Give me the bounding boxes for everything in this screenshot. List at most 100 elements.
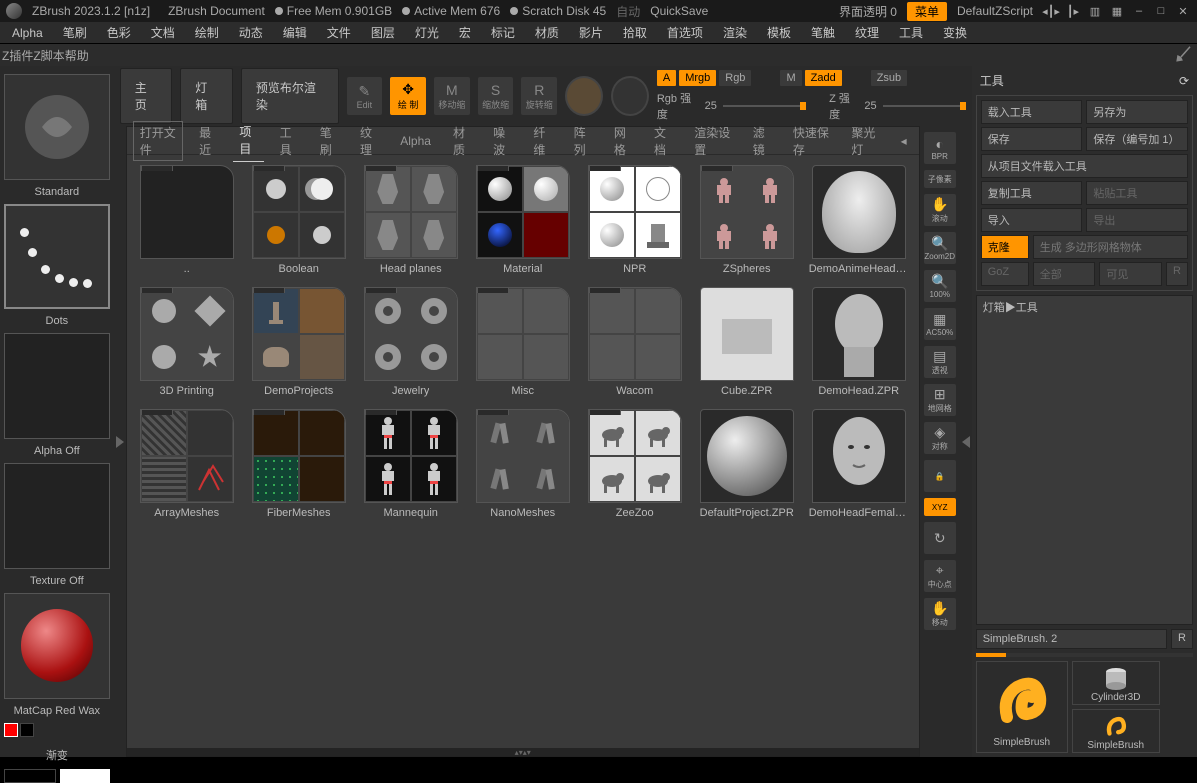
floor-button[interactable]: ⊞地网格 [924,384,956,416]
saveas-button[interactable]: 另存为 [1086,100,1188,124]
menu-笔触[interactable]: 笔触 [801,21,845,44]
menu-色彩[interactable]: 色彩 [97,21,141,44]
menu-Alpha[interactable]: Alpha [2,23,53,43]
menu-Z脚本[interactable]: Z脚本 [33,47,64,64]
save-numbered-button[interactable]: 保存（编号加 1） [1086,127,1188,151]
stroke-swatch[interactable] [4,204,110,310]
menu-绘制[interactable]: 绘制 [185,21,229,44]
browser-item[interactable]: ArrayMeshes [137,409,237,519]
default-zscript[interactable]: DefaultZScript [957,4,1033,18]
preview-bool-button[interactable]: 预览布尔渲染 [241,68,339,124]
menu-文档[interactable]: 文档 [141,21,185,44]
browser-item[interactable]: FiberMeshes [249,409,349,519]
menu-变换[interactable]: 变换 [933,21,977,44]
import-project-button[interactable]: 从项目文件载入工具 [981,154,1188,178]
arrows-icon[interactable]: ◂┃▸ [1043,4,1059,18]
goz-visible-button[interactable]: 可见 [1099,262,1162,286]
menu-影片[interactable]: 影片 [569,21,613,44]
home-button[interactable]: 主页 [120,68,173,124]
draw-mode-button[interactable]: ✥绘 制 [390,77,426,115]
xyz-button[interactable]: XYZ [924,498,956,516]
browser-item[interactable]: DefaultProject.ZPR [697,409,797,519]
ui-transparency[interactable]: 界面透明 0 [839,3,897,20]
color-swatch-fg[interactable] [4,723,18,737]
menu-拾取[interactable]: 拾取 [613,21,657,44]
goz-all-button[interactable]: 全部 [1033,262,1096,286]
menu-宏[interactable]: 宏 [449,21,481,44]
browser-item[interactable]: Material [473,165,573,275]
menu-toggle-button[interactable]: 菜单 [907,2,947,21]
browser-item[interactable]: Cube.ZPR [697,287,797,397]
subpixel-button[interactable]: 子像素 [924,170,956,188]
menu-材质[interactable]: 材质 [525,21,569,44]
browser-item[interactable]: Jewelry [361,287,461,397]
browser-item[interactable]: Mannequin [361,409,461,519]
mode-rgb[interactable]: Rgb [719,70,751,86]
move-button[interactable]: ✋移动 [924,598,956,630]
mode-mrgb[interactable]: Mrgb [679,70,716,86]
gear-icon[interactable] [1173,44,1195,66]
menu-Z插件[interactable]: Z插件 [2,47,33,64]
maximize-icon[interactable]: □ [1153,4,1169,18]
brush-swatch[interactable] [4,74,110,180]
clone-button[interactable]: 克隆 [981,235,1029,259]
menu-工具[interactable]: 工具 [889,21,933,44]
color-swatch-bg[interactable] [20,723,34,737]
import-button[interactable]: 导入 [981,208,1083,232]
menu-模板[interactable]: 模板 [757,21,801,44]
browser-item[interactable]: DemoHeadFemale.ZPR [809,409,909,519]
tool-simplebrush-2[interactable]: SimpleBrush [1072,709,1160,753]
layout-icon-2[interactable]: ▦ [1109,4,1125,18]
zoom100-button[interactable]: 🔍100% [924,270,956,302]
persp-button[interactable]: ▤透视 [924,346,956,378]
ac50-button[interactable]: ▦AC50% [924,308,956,340]
menu-渲染[interactable]: 渲染 [713,21,757,44]
menu-图层[interactable]: 图层 [361,21,405,44]
browser-item[interactable]: Head planes [361,165,461,275]
rotate-icon-button[interactable]: ↻ [924,522,956,554]
panel-refresh-icon[interactable]: ⟳ [1179,74,1189,88]
zoom2d-button[interactable]: 🔍Zoom2D [924,232,956,264]
browser-item[interactable]: Wacom [585,287,685,397]
layout-icon[interactable]: ▥ [1087,4,1103,18]
rgb-intensity-slider[interactable]: Rgb 强度 25 [657,90,806,122]
lightbox-tools-button[interactable]: 灯箱▶工具 [976,295,1193,625]
menu-纹理[interactable]: 纹理 [845,21,889,44]
browser-item[interactable]: Misc [473,287,573,397]
browser-item[interactable]: DemoHead.ZPR [809,287,909,397]
z-intensity-slider[interactable]: Z 强度 25 [829,90,966,122]
save-button[interactable]: 保存 [981,127,1083,151]
menu-标记[interactable]: 标记 [481,21,525,44]
gen-poly-button[interactable]: 生成 多边形网格物体 [1033,235,1188,259]
mode-a[interactable]: A [657,70,676,86]
rotate-mode-button[interactable]: R旋转缩 [521,77,557,115]
goz-r-button[interactable]: R [1166,262,1188,286]
current-tool-label[interactable]: SimpleBrush. 2 [976,629,1167,649]
texture-swatch[interactable] [4,463,110,569]
paste-tool-button[interactable]: 粘贴工具 [1086,181,1188,205]
center-button[interactable]: ⌖中心点 [924,560,956,592]
export-button[interactable]: 导出 [1086,208,1188,232]
left-expand-handle[interactable] [114,126,126,757]
load-tool-button[interactable]: 载入工具 [981,100,1083,124]
tool-r-button[interactable]: R [1171,629,1193,649]
scroll-button[interactable]: ✋滚动 [924,194,956,226]
close-icon[interactable]: ✕ [1175,4,1191,18]
mode-zsub[interactable]: Zsub [871,70,907,86]
mode-m[interactable]: M [780,70,801,86]
mode-zadd[interactable]: Zadd [805,70,842,86]
lightbox-button[interactable]: 灯箱 [180,68,233,124]
menu-编辑[interactable]: 编辑 [273,21,317,44]
render-circle-1[interactable] [565,76,603,116]
browser-item[interactable]: ZSpheres [697,165,797,275]
minimize-icon[interactable]: – [1131,4,1147,18]
lock-button[interactable]: 🔒 [924,460,956,492]
browser-item[interactable]: NPR [585,165,685,275]
render-circle-2[interactable] [611,76,649,116]
menu-灯光[interactable]: 灯光 [405,21,449,44]
browser-item[interactable]: 3D Printing [137,287,237,397]
tool-cylinder3d[interactable]: Cylinder3D [1072,661,1160,705]
browser-nav-left-icon[interactable]: ◂ [895,130,913,152]
browser-item[interactable]: DemoAnimeHead.ZPR [809,165,909,275]
alpha-swatch[interactable] [4,333,110,439]
